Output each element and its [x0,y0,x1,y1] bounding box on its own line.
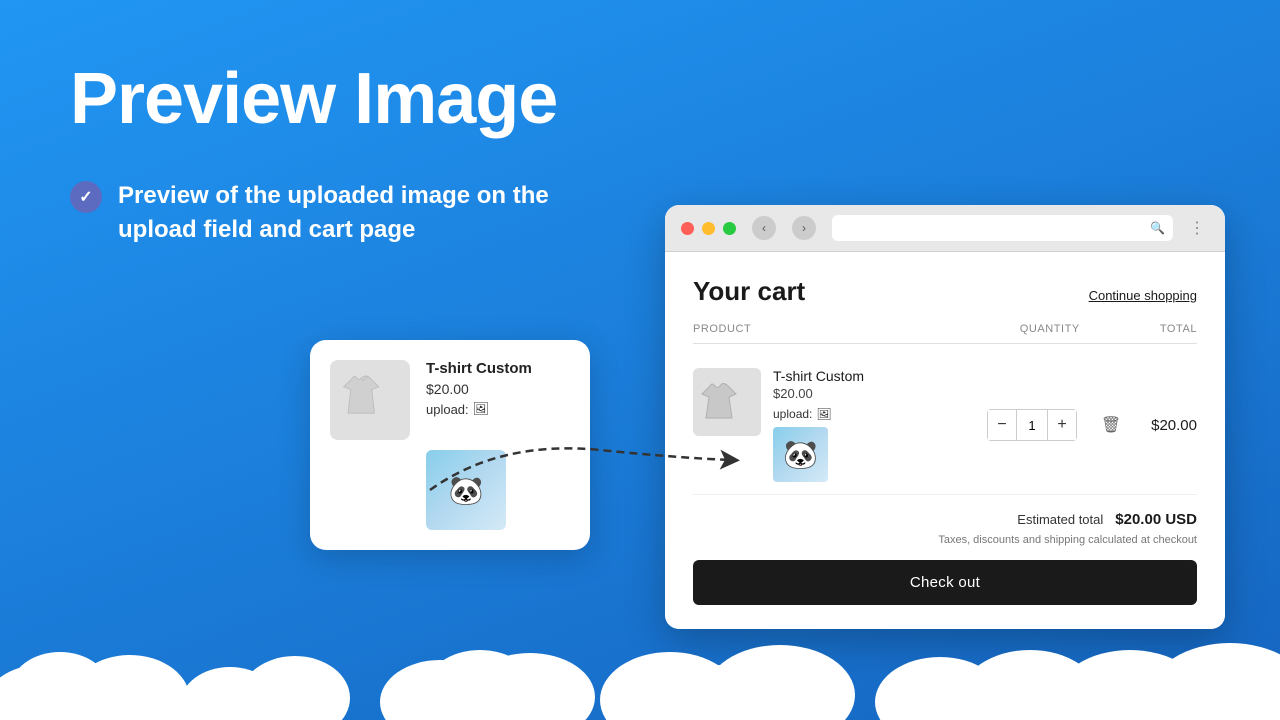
estimated-total-label: Estimated total [1017,512,1103,527]
col-total: TOTAL [1160,323,1197,335]
feature-row: Preview of the uploaded image on the upl… [70,179,630,246]
quantity-value: 1 [1016,410,1048,440]
cart-item-name: T-shirt Custom [773,368,975,384]
minimize-window-button[interactable] [702,222,715,235]
cart-item-details: T-shirt Custom $20.00 upload: 🖼 🐼 [773,368,975,482]
feature-description: Preview of the uploaded image on the upl… [118,179,549,246]
card-product-info: T-shirt Custom $20.00 upload: 🖼 [426,360,570,440]
cart-upload-icon: 🖼 [816,407,831,421]
quantity-controls: − 1 + [987,409,1077,441]
col-quantity: QUANTITY [1020,323,1080,335]
delete-item-button[interactable]: 🗑 [1097,411,1125,439]
browser-menu-button[interactable]: ⋮ [1189,218,1209,238]
card-upload-preview: 🐼 [426,450,506,530]
close-window-button[interactable] [681,222,694,235]
cart-summary: Estimated total $20.00 USD Taxes, discou… [693,495,1197,605]
browser-window: ‹ › 🔍 ⋮ Your cart Continue shopping PROD… [665,205,1225,629]
quantity-increase-button[interactable]: + [1048,410,1076,440]
cart-page: Your cart Continue shopping PRODUCT QUAN… [665,252,1225,629]
check-icon [70,181,102,213]
page-title: Preview Image [70,60,630,139]
cart-title: Your cart [693,276,805,307]
card-product-price: $20.00 [426,381,570,397]
search-icon: 🔍 [1150,221,1165,235]
left-content: Preview Image Preview of the uploaded im… [70,60,630,246]
card-upload-label: upload: 🖼 [426,401,570,417]
cart-item-image [693,368,761,436]
continue-shopping-link[interactable]: Continue shopping [1089,288,1197,303]
maximize-window-button[interactable] [723,222,736,235]
upload-icon: 🖼 [473,401,490,417]
panda-preview-card: 🐼 [426,450,506,530]
browser-back-button[interactable]: ‹ [752,216,776,240]
address-bar[interactable]: 🔍 [832,215,1173,241]
panda-preview-cart: 🐼 [773,427,828,482]
cart-item-total: $20.00 [1137,417,1197,434]
card-product-name: T-shirt Custom [426,360,570,377]
cart-item-row: T-shirt Custom $20.00 upload: 🖼 🐼 − 1 + … [693,356,1197,495]
estimated-total-row: Estimated total $20.00 USD [693,511,1197,528]
col-product: PRODUCT [693,323,751,335]
upload-field-card: T-shirt Custom $20.00 upload: 🖼 🐼 [310,340,590,550]
cart-tshirt-icon [693,368,761,436]
tshirt-icon [335,365,405,435]
browser-forward-button[interactable]: › [792,216,816,240]
cart-header: Your cart Continue shopping [693,276,1197,307]
cart-item-upload-label: upload: 🖼 [773,407,975,421]
cart-upload-preview: 🐼 [773,427,828,482]
quantity-decrease-button[interactable]: − [988,410,1016,440]
cart-item-price: $20.00 [773,386,975,401]
browser-titlebar: ‹ › 🔍 ⋮ [665,205,1225,252]
tax-note: Taxes, discounts and shipping calculated… [693,534,1197,546]
product-thumbnail [330,360,410,440]
cart-table-header: PRODUCT QUANTITY TOTAL [693,323,1197,344]
estimated-total-value: $20.00 USD [1115,511,1197,528]
checkout-button[interactable]: Check out [693,560,1197,605]
